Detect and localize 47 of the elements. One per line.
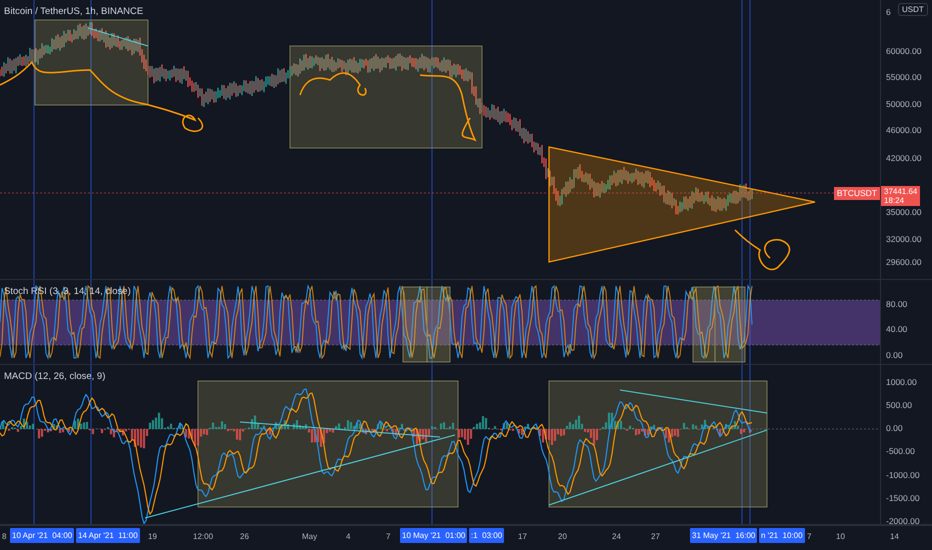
- countdown-label: 18:24: [884, 196, 906, 205]
- date-marker-label: 31 May '21 16:00: [690, 528, 758, 543]
- axis-label: -1000.00: [886, 470, 920, 480]
- time-label: 26: [240, 532, 249, 541]
- time-label: 4: [346, 532, 350, 541]
- axis-label: 1000.00: [886, 377, 917, 387]
- trend-line: [88, 28, 148, 46]
- time-label: 7: [807, 532, 812, 541]
- freehand-stroke: [420, 74, 476, 141]
- axis-label: 32000.00: [886, 234, 922, 244]
- axis-label: -2000.00: [886, 516, 920, 526]
- time-label: 20: [558, 532, 567, 541]
- unit-label: USDT: [898, 3, 928, 16]
- time-label: 14: [890, 532, 899, 541]
- axis-label: -500.00: [886, 446, 915, 456]
- date-marker-label: 10 May '21 01:00: [400, 528, 468, 543]
- axis-label: -1500.00: [886, 493, 920, 503]
- time-label: 12:00: [193, 532, 214, 541]
- axis-label: 500.00: [886, 400, 912, 410]
- time-label: May: [302, 532, 318, 541]
- axis-label: 6: [886, 7, 891, 17]
- axis-label: 40.00: [886, 324, 908, 334]
- date-marker-label: 10 Apr '21 04:00: [10, 528, 74, 543]
- freehand-stroke: [734, 229, 790, 270]
- axis-label: 29600.00: [886, 257, 922, 267]
- axis-label: 50000.00: [886, 99, 922, 109]
- time-label: 17: [518, 532, 527, 541]
- date-marker-label: n '21 10:00: [759, 528, 805, 543]
- time-label: 27: [651, 532, 660, 541]
- date-marker-label: :1 03:00: [469, 528, 504, 543]
- axis-label: 55000.00: [886, 72, 922, 82]
- time-label: 24: [612, 532, 621, 541]
- axis-label: 42000.00: [886, 153, 922, 163]
- axis-label: 46000.00: [886, 125, 922, 135]
- symbol-tag: BTCUSDT: [834, 187, 880, 200]
- price-value: 37441.64: [884, 187, 918, 196]
- freehand-stroke: [299, 72, 367, 96]
- axis-label: 35000.00: [886, 207, 922, 217]
- date-marker-label: 14 Apr '21 11:00: [76, 528, 140, 543]
- axis-label: 60000.00: [886, 46, 922, 56]
- axis-label: 0.00: [886, 350, 903, 360]
- axis-label: 80.00: [886, 299, 908, 309]
- time-label: 8: [2, 532, 6, 541]
- time-label: 7: [386, 532, 390, 541]
- time-label: 10: [836, 532, 845, 541]
- axis-label: 0.00: [886, 423, 903, 433]
- time-label: 19: [148, 532, 157, 541]
